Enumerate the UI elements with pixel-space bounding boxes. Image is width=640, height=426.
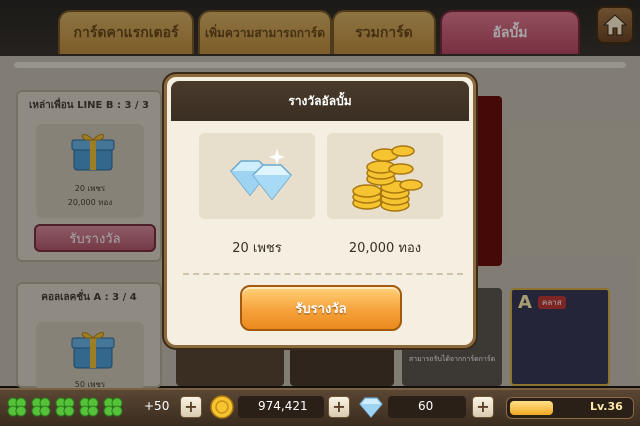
dialog-header: รางวัลอัลบั้ม — [171, 81, 469, 121]
add-gems-button[interactable]: + — [472, 396, 494, 418]
dialog-divider — [183, 273, 463, 275]
diamond-icon — [229, 149, 293, 201]
add-gold-button[interactable]: + — [328, 396, 350, 418]
clover-icon — [55, 397, 75, 417]
album-reward-dialog: รางวัลอัลบั้ม 20 เพชร 20,000 ทอง รับรางว… — [164, 74, 476, 348]
gold-coin-icon — [210, 395, 234, 419]
gold-amount: 974,421 — [258, 399, 308, 413]
diamond-icon — [359, 397, 383, 418]
gold-coins-icon — [352, 145, 423, 212]
clover-icon — [103, 397, 123, 417]
clover-icon — [79, 397, 99, 417]
dialog-title: รางวัลอัลบั้ม — [288, 93, 352, 108]
lives-extra-count: +50 — [144, 399, 170, 413]
clover-icon — [7, 397, 27, 417]
claim-button-label: รับรางวัล — [295, 301, 347, 317]
gem-reward-box — [199, 133, 315, 219]
gold-reward-label: 20,000 ทอง — [348, 241, 422, 256]
claim-reward-button[interactable]: รับรางวัล — [240, 285, 402, 331]
add-lives-button[interactable]: + — [180, 396, 202, 418]
level-progress-fill — [510, 401, 553, 415]
gold-reward-box — [327, 133, 443, 219]
gem-amount: 60 — [418, 399, 434, 413]
level-label: Lv.36 — [590, 400, 623, 413]
gem-reward-label: 20 เพชร — [232, 241, 282, 256]
clover-icon — [31, 397, 51, 417]
